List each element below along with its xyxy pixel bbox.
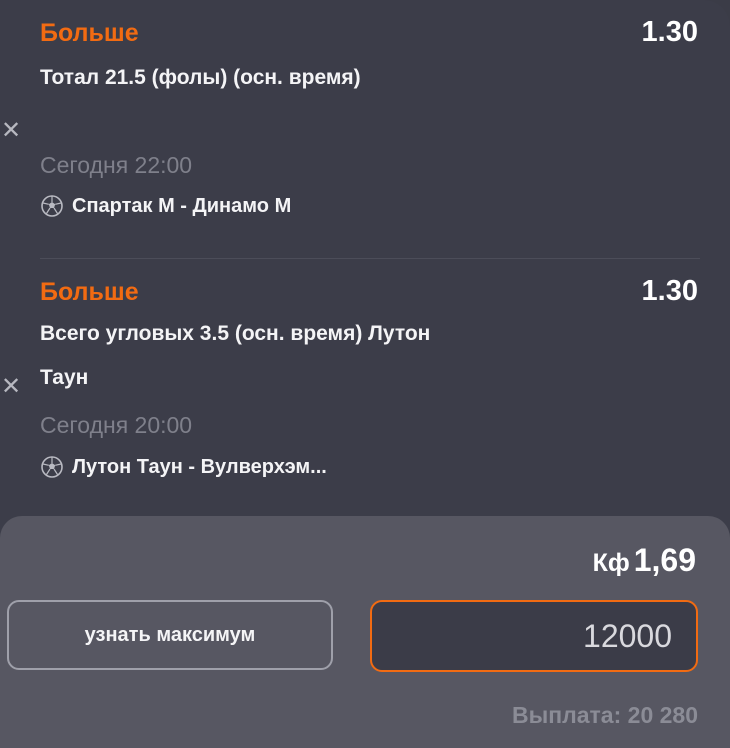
bet-odds: 1.30 — [641, 275, 698, 307]
betslip-panel: ✕ Больше 1.30 Тотал 21.5 (фолы) (осн. вр… — [0, 0, 730, 748]
betslip-footer: Кф 1,69 узнать максимум 12000 Выплата: 2… — [0, 516, 730, 748]
bet-market: Всего угловых 3.5 (осн. время) Лутон Тау… — [40, 322, 431, 389]
bet-item: ✕ Больше 1.30 Всего угловых 3.5 (осн. вр… — [0, 258, 730, 516]
remove-bet-button[interactable]: ✕ — [0, 117, 22, 144]
bet-time: Сегодня 20:00 — [40, 412, 193, 438]
total-coefficient: Кф 1,69 — [593, 542, 696, 579]
bet-match: Спартак М - Динамо М — [40, 194, 291, 218]
bet-time: Сегодня 22:00 — [40, 152, 193, 178]
bet-outcome: Больше — [40, 278, 139, 306]
soccer-ball-icon — [41, 195, 63, 217]
bet-market: Тотал 21.5 (фолы) (осн. время) — [40, 66, 361, 89]
bet-match-label: Спартак М - Динамо М — [72, 194, 292, 217]
soccer-ball-icon — [41, 456, 63, 478]
close-icon: ✕ — [0, 117, 22, 144]
payout-text: Выплата: 20 280 — [512, 702, 698, 728]
bet-outcome: Больше — [40, 19, 139, 47]
bet-match: Лутон Таун - Вулверхэм... — [40, 455, 327, 479]
coefficient-value: 1,69 — [633, 542, 696, 578]
bet-odds: 1.30 — [641, 16, 698, 48]
bet-item: ✕ Больше 1.30 Тотал 21.5 (фолы) (осн. вр… — [0, 0, 730, 258]
stake-input[interactable]: 12000 — [370, 600, 698, 672]
remove-bet-button[interactable]: ✕ — [0, 373, 22, 400]
coefficient-label: Кф — [592, 549, 630, 577]
close-icon: ✕ — [0, 373, 22, 400]
bet-match-label: Лутон Таун - Вулверхэм... — [72, 455, 327, 478]
max-stake-button[interactable]: узнать максимум — [7, 600, 333, 670]
